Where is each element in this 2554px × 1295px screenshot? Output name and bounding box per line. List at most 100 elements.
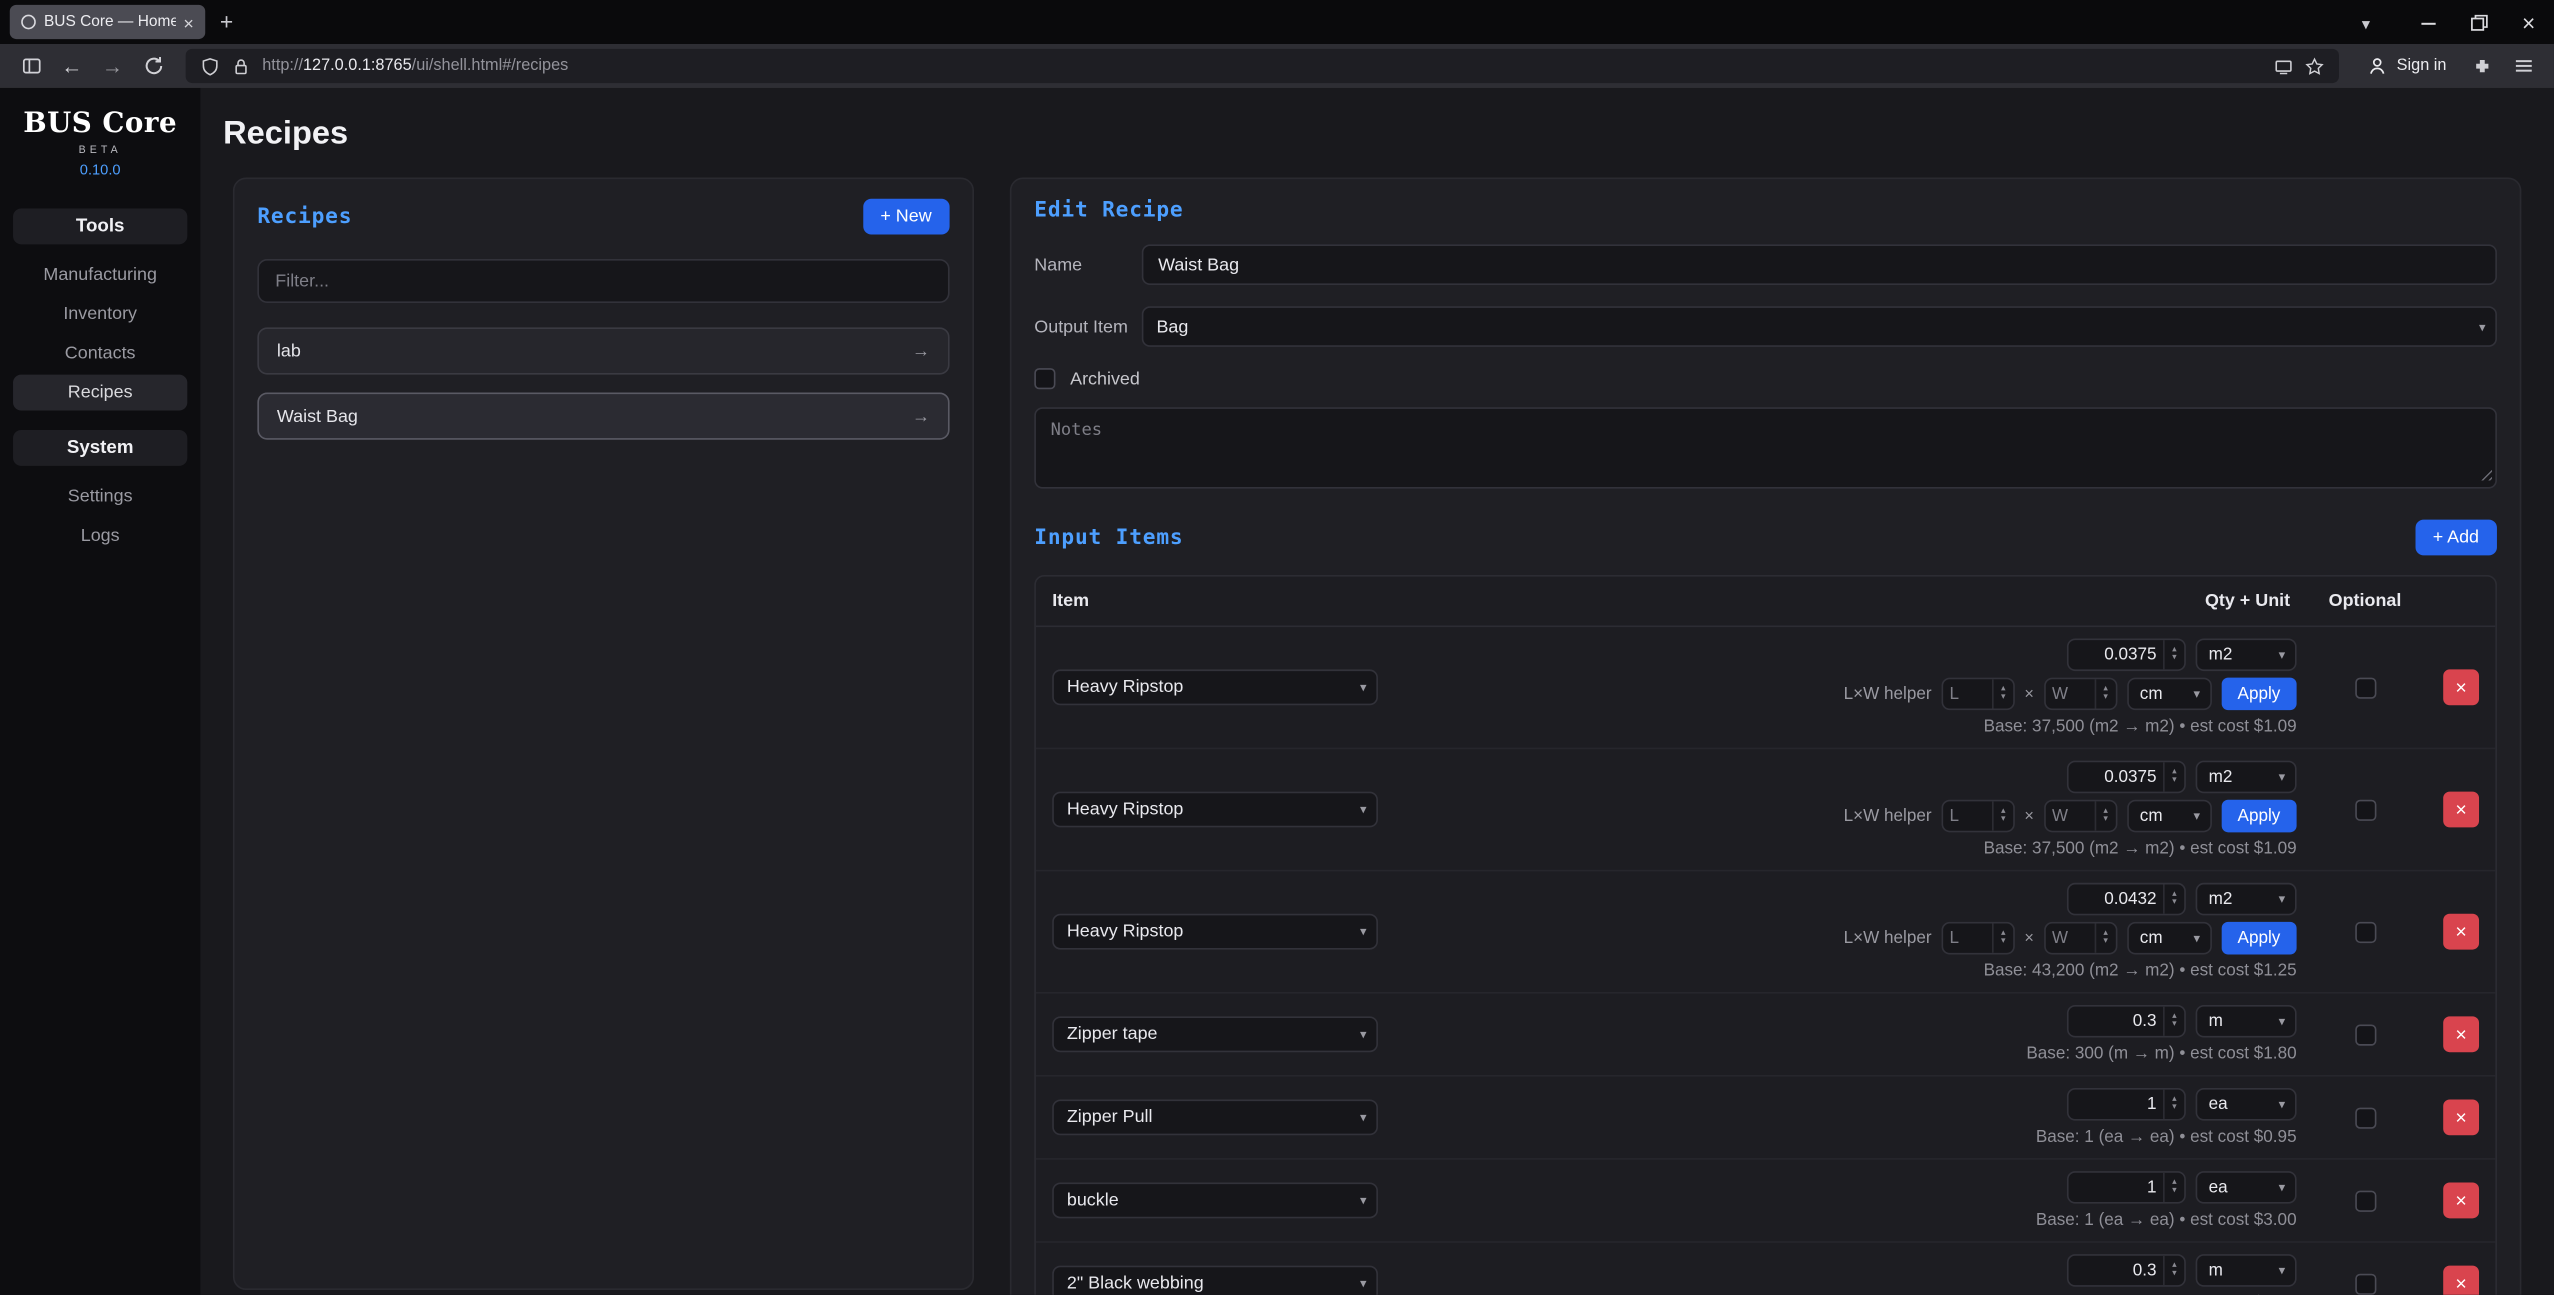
remove-row-button[interactable] [2443,1266,2479,1295]
notes-textarea[interactable] [1034,407,2497,488]
optional-checkbox[interactable] [2354,1190,2375,1211]
base-cost-text: Base: 1 (ea → ea) • est cost $0.95 [2036,1127,2297,1147]
item-select[interactable]: Heavy Ripstop [1052,792,1378,828]
bookmark-star-icon[interactable] [2305,56,2325,76]
name-input[interactable] [1142,244,2497,285]
new-recipe-button[interactable]: + New [862,199,949,235]
optional-checkbox[interactable] [2354,1024,2375,1045]
helper-unit-select[interactable]: cm [2127,800,2212,833]
length-input[interactable] [1943,924,1992,953]
section-header-tools[interactable]: Tools [13,208,187,244]
apply-button[interactable]: Apply [2221,922,2296,955]
input-items-title: Input Items [1034,525,1183,549]
unit-select[interactable]: m [2196,1254,2297,1287]
stepper-icon[interactable] [2163,640,2184,669]
optional-checkbox[interactable] [2354,1107,2375,1128]
back-button[interactable]: ← [54,48,90,84]
stepper-icon[interactable] [2094,801,2115,830]
filter-input[interactable] [257,259,949,303]
remove-row-button[interactable] [2443,1016,2479,1052]
recipes-panel-title: Recipes [257,204,352,228]
item-select[interactable]: Zipper tape [1052,1016,1378,1052]
unit-select[interactable]: ea [2196,1088,2297,1121]
sidebar-item-logs[interactable]: Logs [13,518,187,554]
qty-input[interactable] [2069,1007,2163,1036]
menu-hamburger-icon[interactable] [2505,48,2541,84]
helper-unit-select[interactable]: cm [2127,922,2212,955]
extensions-icon[interactable] [2464,48,2500,84]
sidebar-item-recipes[interactable]: Recipes [13,375,187,411]
add-input-item-button[interactable]: + Add [2415,520,2497,556]
input-item-row: Zipper tape m [1036,994,2495,1077]
section-header-system[interactable]: System [13,430,187,466]
sidebar-item-contacts[interactable]: Contacts [13,336,187,372]
apply-button[interactable]: Apply [2221,800,2296,833]
unit-select[interactable]: m2 [2196,883,2297,916]
restore-button[interactable] [2453,0,2503,44]
length-input[interactable] [1943,679,1992,708]
item-select[interactable]: Heavy Ripstop [1052,914,1378,950]
stepper-icon[interactable] [2163,1173,2184,1202]
optional-checkbox[interactable] [2354,799,2375,820]
qty-input[interactable] [2069,640,2163,669]
stepper-icon[interactable] [2094,924,2115,953]
remove-row-button[interactable] [2443,792,2479,828]
length-input[interactable] [1943,801,1992,830]
width-input[interactable] [2045,801,2094,830]
width-input[interactable] [2045,924,2094,953]
screenshot-icon[interactable] [2274,56,2294,76]
unit-select[interactable]: m2 [2196,761,2297,794]
optional-checkbox[interactable] [2354,1273,2375,1294]
remove-row-button[interactable] [2443,1099,2479,1135]
tab-list-chevron-icon[interactable] [2362,7,2370,36]
qty-input[interactable] [2069,1173,2163,1202]
stepper-icon[interactable] [1992,679,2013,708]
archived-checkbox[interactable] [1034,368,1055,389]
sidebar-item-manufacturing[interactable]: Manufacturing [13,257,187,293]
stepper-icon[interactable] [1992,801,2013,830]
reload-button[interactable] [135,48,171,84]
stepper-icon[interactable] [2163,1256,2184,1285]
stepper-icon[interactable] [1992,924,2013,953]
url-bar[interactable]: http://127.0.0.1:8765/ui/shell.html#/rec… [186,49,2340,83]
qty-input[interactable] [2069,884,2163,913]
qty-input[interactable] [2069,1090,2163,1119]
minimize-button[interactable] [2402,0,2452,44]
optional-checkbox[interactable] [2354,921,2375,942]
shield-icon[interactable] [200,56,220,76]
browser-tab[interactable]: BUS Core — Home [10,5,205,39]
new-tab-button[interactable] [220,7,233,36]
stepper-icon[interactable] [2163,884,2184,913]
unit-select[interactable]: m [2196,1005,2297,1038]
stepper-icon[interactable] [2163,1090,2184,1119]
output-item-select[interactable]: Bag [1142,306,2497,347]
item-select[interactable]: Zipper Pull [1052,1099,1378,1135]
stepper-icon[interactable] [2094,679,2115,708]
tab-close-icon[interactable] [183,7,193,36]
lock-icon[interactable] [231,56,251,76]
remove-row-button[interactable] [2443,1183,2479,1219]
sidebar-item-settings[interactable]: Settings [13,479,187,515]
width-input[interactable] [2045,679,2094,708]
remove-row-button[interactable] [2443,914,2479,950]
recipe-list-item[interactable]: Waist Bag [257,393,949,440]
unit-select[interactable]: m2 [2196,638,2297,671]
sign-in-button[interactable]: Sign in [2354,48,2459,84]
optional-checkbox[interactable] [2354,677,2375,698]
qty-input[interactable] [2069,1256,2163,1285]
forward-button[interactable]: → [94,48,130,84]
close-window-button[interactable] [2503,0,2553,44]
item-select[interactable]: 2" Black webbing [1052,1266,1378,1295]
unit-select[interactable]: ea [2196,1171,2297,1204]
stepper-icon[interactable] [2163,1007,2184,1036]
helper-unit-select[interactable]: cm [2127,678,2212,711]
remove-row-button[interactable] [2443,669,2479,705]
item-select[interactable]: buckle [1052,1183,1378,1219]
sidebar-item-inventory[interactable]: Inventory [13,296,187,332]
qty-input[interactable] [2069,762,2163,791]
apply-button[interactable]: Apply [2221,678,2296,711]
item-select[interactable]: Heavy Ripstop [1052,669,1378,705]
recipe-list-item[interactable]: lab [257,327,949,374]
stepper-icon[interactable] [2163,762,2184,791]
sidebar-toggle-icon[interactable] [13,48,49,84]
